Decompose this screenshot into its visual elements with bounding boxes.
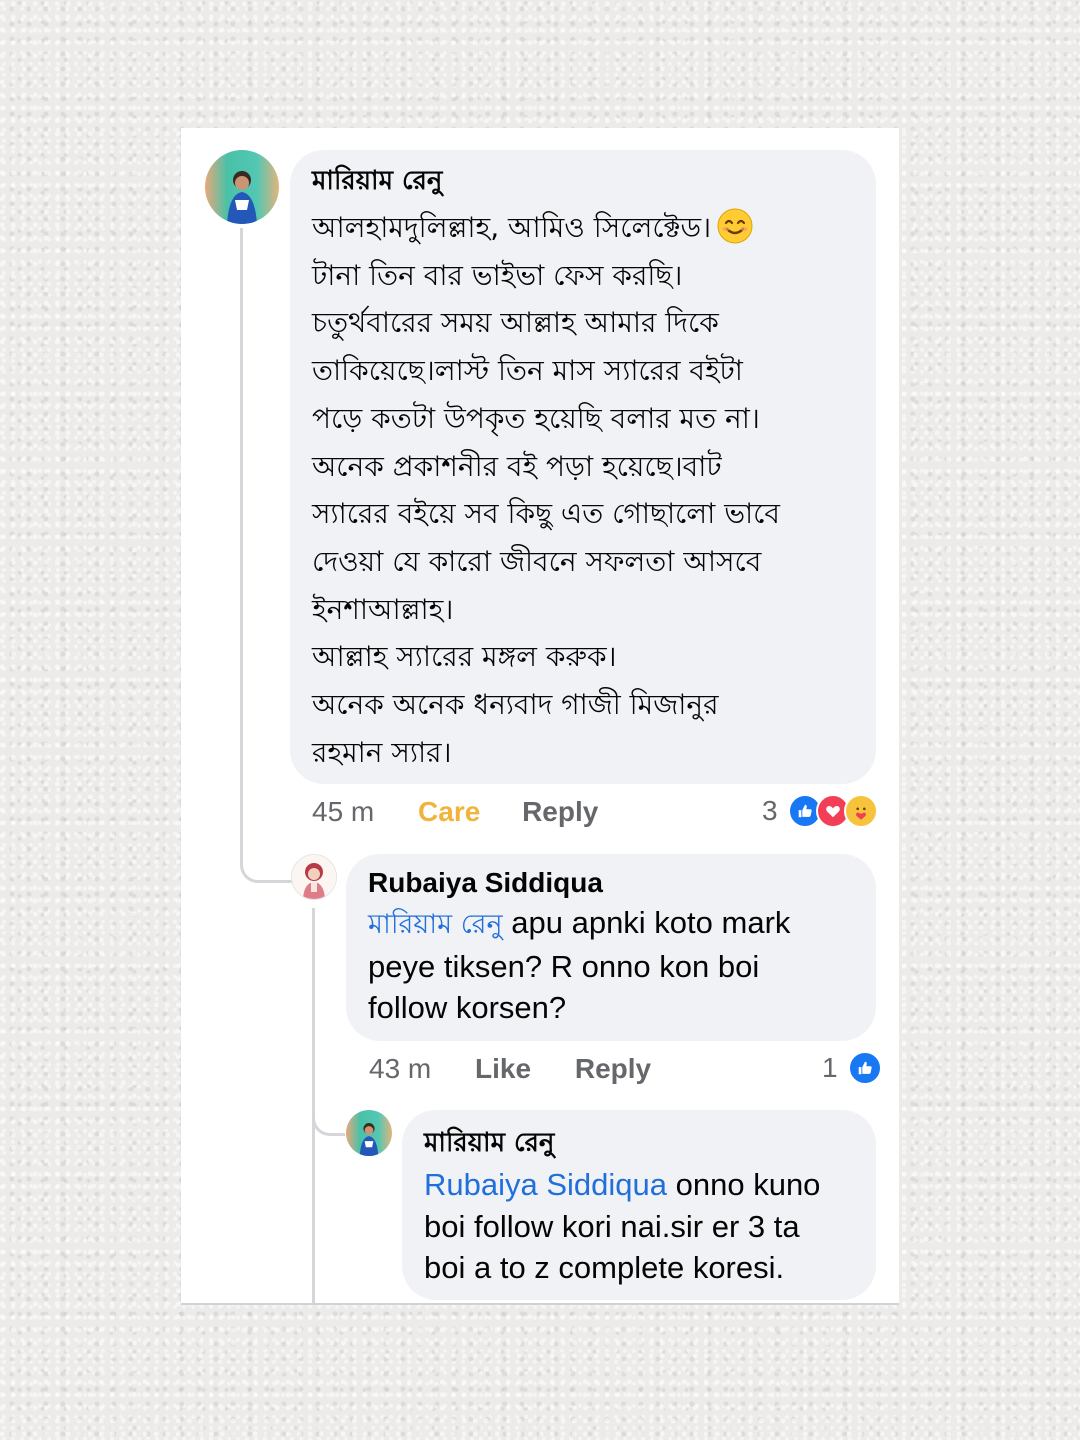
reply-bubble: Rubaiya Siddiqua মারিয়াম রেনু apu apnki… (346, 854, 876, 1041)
comment-text-line: চতুর্থবারের সময় আল্লাহ আমার দিকে (312, 306, 719, 340)
comment-text-line: Rubaiya Siddiqua onno kuno (424, 1167, 821, 1202)
avatar-photo (346, 1110, 392, 1156)
comment-meta: 43 m Like Reply (369, 1053, 651, 1085)
comment-text-line: স্যারের বইয়ে সব কিছু এত গোছালো ভাবে (312, 497, 781, 531)
comment-text-line: আলহামদুলিল্লাহ, আমিও সিলেক্টেড। (312, 204, 854, 252)
avatar-photo (205, 150, 279, 224)
comment-text-line: অনেক অনেক ধন্যবাদ গাজী মিজানুর (312, 688, 719, 722)
smiling-face-icon (717, 208, 753, 244)
comment-text-line: আল্লাহ স্যারের মঙ্গল করুক। (312, 640, 617, 674)
comment-author[interactable]: Rubaiya Siddiqua (368, 866, 854, 900)
comment-text-line: মারিয়াম রেনু apu apnki koto mark (368, 905, 791, 940)
comment-thread-card: মারিয়াম রেনু আলহামদুলিল্লাহ, আমিও সিলেক… (181, 128, 899, 1305)
thread-line (240, 228, 243, 858)
comment-text-line: follow korsen? (368, 990, 567, 1025)
comment-meta: 45 m Care Reply (312, 796, 598, 828)
care-button[interactable]: Care (418, 796, 480, 827)
comment-text-line: ইনশাআল্লাহ। (312, 592, 454, 626)
comment-text-line: boi follow kori nai.sir er 3 ta (424, 1208, 800, 1244)
comment-text-line: অনেক প্রকাশনীর বই পড়া হয়েছে।বাট (312, 449, 722, 483)
comment-author[interactable]: মারিয়াম রেনু (312, 164, 854, 198)
reply-button[interactable]: Reply (522, 796, 598, 827)
like-icon (847, 1051, 882, 1085)
reaction-count: 1 (822, 1052, 838, 1083)
mention-link[interactable]: Rubaiya Siddiqua (424, 1167, 667, 1202)
reaction-count: 3 (762, 795, 778, 826)
comment-text-line: দেওয়া যে কারো জীবনে সফলতা আসবে (312, 544, 762, 578)
comment-author[interactable]: মারিয়াম রেনু (424, 1126, 854, 1160)
reply-button[interactable]: Reply (575, 1053, 651, 1084)
comment-text-line: boi a to z complete koresi. (424, 1250, 785, 1285)
comment-text-line: রহমান স্যার। (312, 735, 452, 769)
reply-connector-nested (312, 1103, 345, 1136)
reaction-summary[interactable]: 1 (822, 1051, 882, 1085)
like-button[interactable]: Like (475, 1053, 531, 1084)
reply-connector (240, 838, 293, 883)
avatar[interactable] (346, 1110, 392, 1156)
comment-bubble: মারিয়াম রেনু আলহামদুলিল্লাহ, আমিও সিলেক… (290, 150, 876, 784)
comment-text-line: পড়ে কতটা উপকৃত হয়েছি বলার মত না। (312, 401, 760, 435)
comment-timestamp[interactable]: 45 m (312, 796, 374, 827)
care-icon (843, 794, 878, 828)
reaction-summary[interactable]: 3 (762, 794, 878, 828)
comment-text-line: টানা তিন বার ভাইভা ফেস করছি। (312, 258, 683, 292)
avatar[interactable] (291, 854, 337, 900)
reply-bubble: মারিয়াম রেনু Rubaiya Siddiqua onno kuno… (402, 1110, 876, 1300)
comment-text-line: peye tiksen? R onno kon boi (368, 948, 760, 984)
avatar[interactable] (205, 150, 279, 224)
avatar-illustration (292, 855, 336, 899)
comment-text-line: তাকিয়েছে।লাস্ট তিন মাস স্যারের বইটা (312, 354, 743, 388)
mention-link[interactable]: মারিয়াম রেনু (368, 909, 503, 940)
divider (181, 1303, 899, 1305)
comment-timestamp[interactable]: 43 m (369, 1053, 431, 1084)
